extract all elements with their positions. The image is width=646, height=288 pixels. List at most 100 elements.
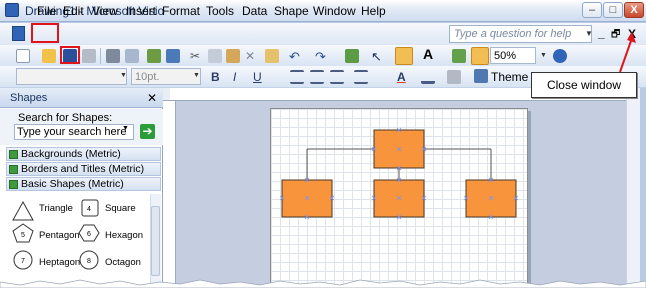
maximize-button[interactable]: □ — [603, 2, 623, 18]
align-left-icon[interactable] — [290, 70, 304, 84]
shape-label-octagon[interactable]: Octagon — [105, 257, 141, 268]
doc-minimize-button[interactable]: _ — [598, 26, 605, 40]
theme-button[interactable]: Theme — [491, 70, 528, 84]
shape-label-square[interactable]: Square — [105, 203, 136, 214]
menu-help[interactable]: Help — [361, 4, 386, 18]
align-center-icon[interactable] — [310, 70, 324, 84]
shapes-scrollbar-thumb[interactable] — [151, 206, 160, 276]
svg-text:✕: ✕ — [304, 194, 311, 203]
print-icon[interactable] — [106, 49, 120, 63]
svg-text:✕: ✕ — [396, 145, 403, 154]
zoom-dropdown-arrow[interactable]: ▼ — [540, 52, 547, 59]
heptagon-glyph: 7 — [21, 258, 25, 265]
print-preview-icon[interactable] — [125, 49, 139, 63]
bold-button[interactable]: B — [211, 70, 220, 84]
font-size-dropdown-arrow[interactable]: ▼ — [193, 72, 200, 79]
open-icon[interactable] — [42, 49, 56, 63]
copy-icon[interactable] — [208, 49, 222, 63]
search-go-icon[interactable]: ➔ — [140, 124, 155, 139]
permission-icon[interactable] — [82, 49, 96, 63]
svg-text:✕: ✕ — [488, 213, 495, 222]
underline-button[interactable]: U — [253, 70, 262, 84]
indent-icon[interactable] — [354, 70, 368, 84]
text-tool-icon[interactable]: A — [423, 46, 433, 62]
cut-icon[interactable]: ✂ — [190, 49, 204, 63]
menu-edit[interactable]: Edit — [63, 4, 84, 18]
theme-icon[interactable] — [474, 69, 488, 83]
search-dropdown-arrow[interactable]: ▼ — [122, 125, 129, 132]
diagram: ✕ ✕ ✕ ✕ ✕ ✕ ✕ ✕ ✕ ✕ ✕ ✕ ✕ ✕ ✕ ✕ ✕ ✕ ✕ ✕ — [279, 126, 520, 222]
stencil-icon — [9, 180, 18, 189]
font-dropdown-arrow[interactable]: ▼ — [120, 72, 127, 79]
stencil-label: Borders and Titles (Metric) — [21, 163, 145, 175]
menu-file[interactable]: File — [37, 4, 56, 18]
line-color-icon[interactable] — [421, 70, 435, 84]
help-search-input[interactable]: Type a question for help — [449, 25, 592, 43]
svg-text:✕: ✕ — [421, 194, 428, 203]
octagon-glyph: 8 — [87, 258, 91, 265]
vertical-scrollbar[interactable] — [626, 88, 640, 288]
pan-zoom-icon[interactable] — [471, 47, 489, 65]
stencil-backgrounds[interactable]: Backgrounds (Metric) — [6, 147, 161, 161]
fill-color-icon[interactable] — [447, 70, 461, 84]
hexagon-glyph: 6 — [87, 231, 91, 238]
title-close-button[interactable]: X — [624, 2, 644, 18]
minimize-button[interactable]: – — [582, 2, 602, 18]
help-dropdown-arrow[interactable]: ▼ — [585, 25, 595, 43]
close-window-callout: Close window — [531, 72, 637, 98]
menu-format[interactable]: Format — [162, 4, 200, 18]
shape-label-pentagon[interactable]: Pentagon — [39, 230, 80, 241]
stencil-icon[interactable] — [452, 49, 466, 63]
redo-icon[interactable]: ↷ — [315, 49, 329, 64]
hyperlink-icon[interactable] — [345, 49, 359, 63]
pointer-tool-icon[interactable]: ↖ — [371, 49, 385, 64]
save-button-highlight — [60, 46, 80, 64]
menu-view[interactable]: View — [92, 4, 118, 18]
svg-text:✕: ✕ — [463, 194, 470, 203]
shapes-close-icon[interactable]: ✕ — [147, 91, 157, 105]
spelling-icon[interactable] — [147, 49, 161, 63]
visio-app-icon[interactable] — [5, 3, 19, 17]
svg-text:✕: ✕ — [396, 213, 403, 222]
svg-text:✕: ✕ — [279, 194, 286, 203]
format-painter-icon[interactable] — [265, 49, 279, 63]
document-icon[interactable] — [12, 26, 25, 41]
svg-text:✕: ✕ — [488, 194, 495, 203]
help-icon[interactable] — [553, 49, 567, 63]
shape-label-hexagon[interactable]: Hexagon — [105, 230, 143, 241]
shape-label-triangle[interactable]: Triangle — [39, 203, 73, 214]
file-menu-highlight — [31, 23, 59, 43]
menu-insert[interactable]: Insert — [126, 4, 156, 18]
svg-text:✕: ✕ — [513, 194, 520, 203]
text-color-icon[interactable]: A — [397, 70, 406, 84]
shape-label-heptagon[interactable]: Heptagon — [39, 257, 80, 268]
align-right-icon[interactable] — [330, 70, 344, 84]
menu-data[interactable]: Data — [242, 4, 267, 18]
svg-text:✕: ✕ — [488, 176, 495, 185]
search-label: Search for Shapes: — [18, 112, 113, 124]
zoom-combo[interactable]: 50% — [490, 47, 536, 64]
vertical-ruler — [163, 101, 176, 288]
torn-edge — [0, 279, 646, 288]
menu-window[interactable]: Window — [313, 4, 356, 18]
new-icon[interactable] — [16, 49, 30, 63]
connector-tool-icon[interactable] — [395, 47, 413, 65]
stencil-icon — [9, 150, 18, 159]
stencil-icon — [9, 165, 18, 174]
research-icon[interactable] — [166, 49, 180, 63]
italic-button[interactable]: I — [233, 70, 236, 84]
square-glyph: 4 — [87, 206, 91, 213]
svg-text:✕: ✕ — [371, 194, 378, 203]
font-size-combo[interactable]: 10pt. — [131, 68, 201, 85]
svg-text:✕: ✕ — [304, 176, 311, 185]
font-name-combo[interactable] — [16, 68, 127, 85]
stencil-borders-titles[interactable]: Borders and Titles (Metric) — [6, 162, 161, 176]
menu-shape[interactable]: Shape — [274, 4, 309, 18]
shape-search-input[interactable]: Type your search here — [14, 124, 134, 140]
paste-icon[interactable] — [226, 49, 240, 63]
menu-tools[interactable]: Tools — [206, 4, 234, 18]
delete-icon[interactable]: ✕ — [245, 49, 259, 63]
undo-icon[interactable]: ↶ — [289, 49, 303, 64]
stencil-basic-shapes[interactable]: Basic Shapes (Metric) — [6, 177, 161, 191]
triangle-thumb[interactable] — [12, 200, 34, 221]
